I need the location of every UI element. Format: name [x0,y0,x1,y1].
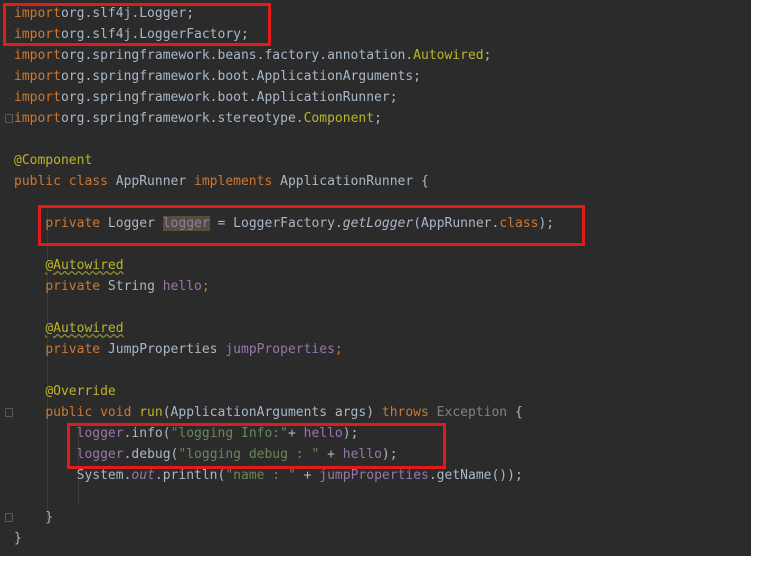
code-token: implements [194,174,273,189]
code-editor[interactable]: importorg.slf4j.Logger; importorg.slf4j.L… [0,0,751,556]
code-line[interactable]: public class AppRunner implements Applic… [14,171,429,192]
code-token: (ApplicationArguments args) [162,405,382,420]
code-line[interactable]: private String hello; [14,276,210,297]
code-token: Autowired [413,48,484,63]
code-token: import [14,111,61,126]
code-line[interactable]: @Autowired [14,255,124,276]
fold-marker-icon[interactable] [5,114,13,123]
code-token: ; [201,279,210,294]
code-token: JumpProperties [100,342,226,357]
code-token: .println( [154,468,226,483]
code-token: ; [334,342,343,357]
fold-marker-icon[interactable] [5,408,13,417]
code-token: hello [162,279,202,294]
code-line[interactable]: @Autowired [14,318,124,339]
code-line[interactable]: } [14,507,53,528]
code-token: private [45,342,101,357]
code-token: out [131,468,155,483]
code-token: jumpProperties [225,342,335,357]
code-token: throws [381,405,429,420]
code-token: import [14,90,61,105]
code-token: Component [303,111,375,126]
code-token: + [295,468,320,483]
highlight-box-imports [3,3,271,46]
code-token: } [14,531,22,546]
code-line[interactable]: importorg.springframework.boot.Applicati… [14,87,398,108]
code-token: @Autowired [45,258,124,273]
code-token: } [14,510,54,525]
code-token: public void [45,405,132,420]
code-token: System. [14,468,132,483]
code-token: run [139,405,163,420]
code-line[interactable]: importorg.springframework.boot.Applicati… [14,66,421,87]
code-token: import [14,69,61,84]
code-line[interactable]: public void run(ApplicationArguments arg… [14,402,523,423]
code-line[interactable]: } [14,528,22,549]
code-token: public class [14,174,108,189]
code-token: private [45,279,101,294]
code-line[interactable]: importorg.springframework.stereotype.Com… [14,108,382,129]
code-token: org.springframework.stereotype. [60,111,304,126]
code-token: @Component [14,153,93,168]
code-token: .getName()); [428,468,523,483]
code-token: AppRunner [107,174,195,189]
fold-marker-icon[interactable] [5,513,13,522]
code-line[interactable]: @Override [14,381,116,402]
code-token: org.springframework.boot.ApplicationRunn… [60,90,398,105]
code-token: { [507,405,523,420]
code-token: @Autowired [45,321,124,336]
highlight-box-logger-calls [67,423,446,469]
code-token: ; [483,48,492,63]
code-line[interactable]: importorg.springframework.beans.factory.… [14,45,491,66]
code-line[interactable]: @Component [14,150,92,171]
code-token: ApplicationRunner { [272,174,429,189]
code-token: org.springframework.boot.ApplicationArgu… [60,69,421,84]
code-token: jumpProperties [319,468,429,483]
code-token: import [14,48,61,63]
code-token: @Override [45,384,116,399]
code-token: org.springframework.beans.factory.annota… [60,48,414,63]
highlight-box-logger-field [38,205,585,246]
code-line[interactable]: private JumpProperties jumpProperties; [14,339,343,360]
code-token: String [100,279,163,294]
code-token: "name : " [225,468,296,483]
code-token: ; [374,111,382,126]
code-token: Exception [436,405,508,420]
